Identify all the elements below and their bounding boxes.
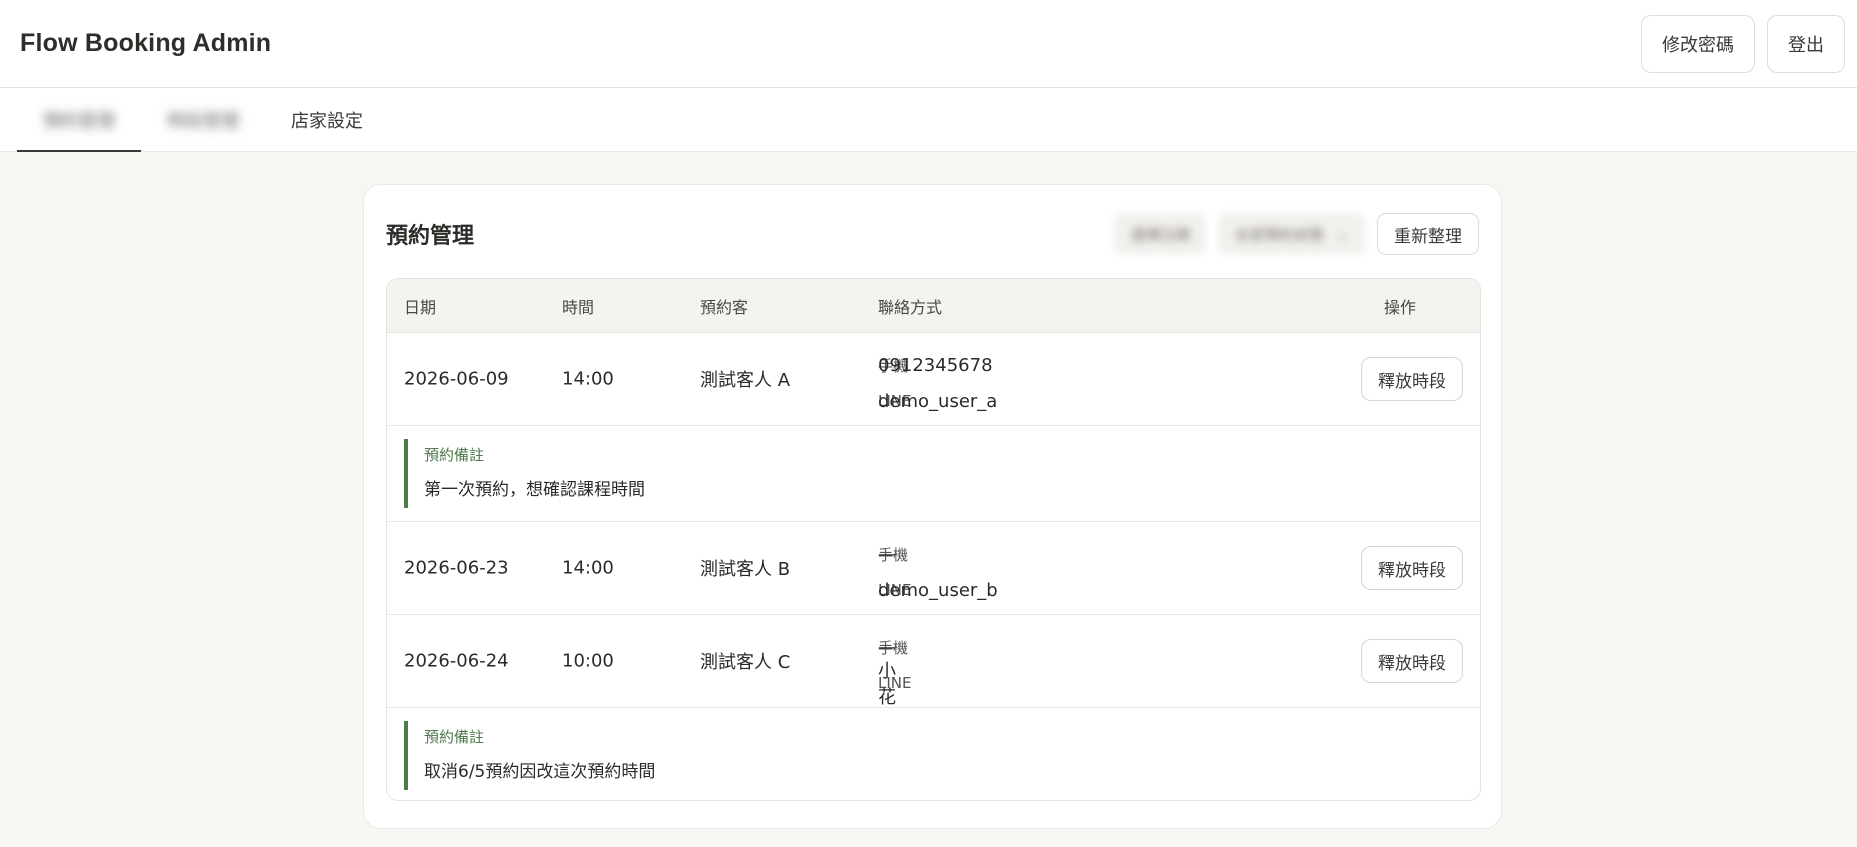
booking-note: 預約備註 取消6/5預約因改這次預約時間	[387, 708, 1480, 800]
booking-row: 2026-06-23 14:00 測試客人 B 手機 — LINE demo_use…	[387, 522, 1480, 615]
phone-value: 0912345678	[878, 354, 993, 376]
card-header: 預約管理 選擇日期 全部預約狀態 ⌄ 重新整理	[386, 213, 1479, 255]
guest-name: 測試客人 B	[700, 559, 791, 580]
chevron-down-icon: ⌄	[1336, 225, 1349, 243]
note-box: 預約備註 第一次預約，想確認課程時間	[404, 439, 645, 508]
tab-bookings[interactable]: 預約管理	[17, 88, 141, 152]
booking-date: 2026-06-24	[404, 650, 509, 672]
booking-row: 2026-06-09 14:00 測試客人 A 手機 0912345678 LIN…	[387, 333, 1480, 426]
top-bar: Flow Booking Admin 修改密碼 登出	[0, 0, 1857, 88]
page-title: 預約管理	[386, 224, 475, 249]
booking-time: 14:00	[562, 368, 614, 390]
top-actions: 修改密碼 登出	[1641, 14, 1845, 73]
tab-label: 店家設定	[291, 110, 363, 132]
status-filter[interactable]: 全部預約狀態 ⌄	[1218, 213, 1365, 255]
note-label: 預約備註	[424, 728, 485, 746]
booking-row: 2026-06-24 10:00 測試客人 C 手機 — LINE 小花 釋放時段	[387, 615, 1480, 708]
release-slot-button[interactable]: 釋放時段	[1361, 639, 1463, 683]
note-box: 預約備註 取消6/5預約因改這次預約時間	[404, 721, 655, 790]
note-text: 第一次預約，想確認課程時間	[424, 480, 645, 500]
column-guest: 預約客	[700, 297, 749, 317]
tab-label: 時段管理	[167, 110, 239, 132]
change-password-button[interactable]: 修改密碼	[1641, 14, 1755, 73]
release-slot-button[interactable]: 釋放時段	[1361, 357, 1463, 401]
booking-date: 2026-06-09	[404, 368, 509, 390]
release-slot-button[interactable]: 釋放時段	[1361, 546, 1463, 590]
tab-time-slots[interactable]: 時段管理	[141, 88, 265, 151]
line-value: demo_user_a	[878, 390, 998, 412]
tab-bar: 預約管理 時段管理 店家設定	[0, 88, 1857, 152]
booking-controls: 選擇日期 全部預約狀態 ⌄ 重新整理	[1114, 213, 1479, 255]
booking-time: 10:00	[562, 650, 614, 672]
booking-date: 2026-06-23	[404, 557, 509, 579]
line-value: demo_user_b	[878, 579, 998, 601]
note-label: 預約備註	[424, 446, 485, 464]
date-filter[interactable]: 選擇日期	[1114, 213, 1207, 255]
logout-button[interactable]: 登出	[1767, 14, 1845, 73]
table-header: 日期 時間 預約客 聯絡方式 操作	[387, 279, 1480, 333]
booking-management-card: 預約管理 選擇日期 全部預約狀態 ⌄ 重新整理 日期 時間 預約客 聯絡方式 操…	[363, 184, 1502, 829]
guest-name: 測試客人 A	[700, 370, 791, 391]
guest-name: 測試客人 C	[700, 652, 791, 673]
column-date: 日期	[404, 297, 437, 317]
bookings-table: 日期 時間 預約客 聯絡方式 操作 2026-06-09 14:00 測試客人 …	[386, 278, 1481, 801]
booking-note: 預約備註 第一次預約，想確認課程時間	[387, 426, 1480, 522]
phone-value: —	[878, 543, 896, 565]
booking-time: 14:00	[562, 557, 614, 579]
status-filter-label: 全部預約狀態	[1234, 225, 1325, 244]
column-action: 操作	[1383, 297, 1416, 317]
note-text: 取消6/5預約因改這次預約時間	[424, 762, 656, 782]
tab-store-settings[interactable]: 店家設定	[265, 88, 389, 151]
tab-label: 預約管理	[43, 110, 115, 132]
line-value: 小花	[878, 661, 896, 708]
column-time: 時間	[562, 297, 595, 317]
column-contact: 聯絡方式	[878, 297, 943, 317]
app-title: Flow Booking Admin	[20, 29, 272, 57]
refresh-button[interactable]: 重新整理	[1377, 213, 1479, 255]
phone-value: —	[878, 636, 896, 658]
